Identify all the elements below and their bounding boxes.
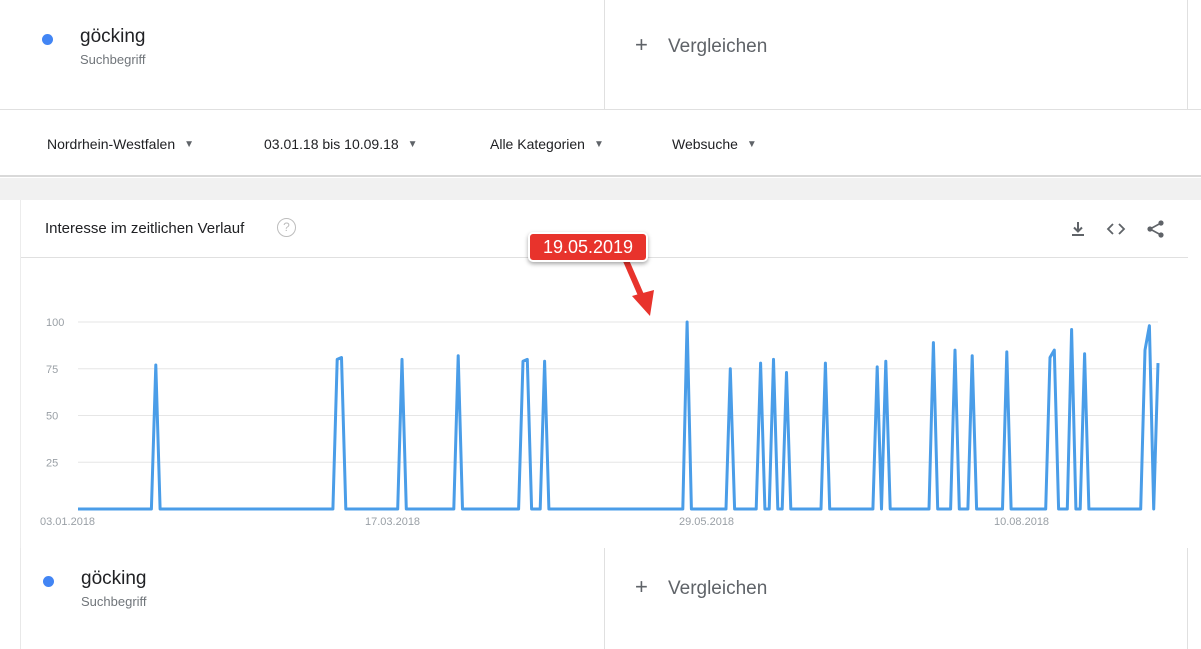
- callout-arrow-icon: [621, 254, 654, 316]
- category-label: Alle Kategorien: [490, 136, 585, 152]
- interest-chart[interactable]: 25 50 75 100 03.01.2018 17.03.2018 29.05.2018 1…: [20, 258, 1188, 548]
- date-range-dropdown[interactable]: 03.01.18 bis 10.09.18 ▼: [264, 136, 418, 152]
- plus-icon: +: [635, 32, 648, 57]
- plus-icon: +: [635, 574, 648, 599]
- search-term-type: Suchbegriff: [80, 52, 146, 67]
- term-bar-top: göcking Suchbegriff + Vergleichen: [0, 0, 1201, 110]
- x-tick-label: 29.05.2018: [679, 516, 734, 528]
- term-bar-bottom: göcking Suchbegriff + Vergleichen: [0, 548, 1201, 649]
- series-color-dot: [42, 34, 53, 45]
- y-tick-label: 75: [46, 364, 58, 376]
- category-dropdown[interactable]: Alle Kategorien ▼: [490, 136, 604, 152]
- search-term-type: Suchbegriff: [81, 594, 147, 609]
- search-term-name[interactable]: göcking: [81, 568, 147, 590]
- y-tick-label: 25: [46, 457, 58, 469]
- search-term-name[interactable]: göcking: [80, 26, 146, 48]
- y-tick-label: 100: [46, 317, 64, 329]
- search-type-label: Websuche: [672, 136, 738, 152]
- compare-label: Vergleichen: [668, 36, 768, 57]
- share-icon[interactable]: [1145, 218, 1167, 240]
- caret-down-icon: ▼: [746, 139, 757, 150]
- filter-bar: Nordrhein-Westfalen ▼ 03.01.18 bis 10.09.…: [0, 111, 1201, 177]
- x-tick-label: 17.03.2018: [365, 516, 420, 528]
- region-dropdown[interactable]: Nordrhein-Westfalen ▼: [47, 136, 194, 152]
- caret-down-icon: ▼: [593, 139, 604, 150]
- compare-button[interactable]: + Vergleichen: [606, 548, 1188, 649]
- date-range-label: 03.01.18 bis 10.09.18: [264, 136, 399, 152]
- help-icon[interactable]: ?: [277, 218, 296, 237]
- caret-down-icon: ▼: [407, 139, 418, 150]
- download-icon[interactable]: [1067, 218, 1089, 240]
- search-term-card[interactable]: göcking Suchbegriff: [20, 548, 605, 649]
- search-term-card[interactable]: göcking Suchbegriff: [20, 0, 605, 109]
- y-tick-label: 50: [46, 411, 58, 423]
- caret-down-icon: ▼: [184, 139, 195, 150]
- section-divider: [0, 178, 1201, 200]
- x-tick-label: 03.01.2018: [40, 516, 95, 528]
- embed-icon[interactable]: [1105, 218, 1127, 240]
- region-label: Nordrhein-Westfalen: [47, 136, 176, 152]
- series-color-dot: [43, 576, 54, 587]
- date-callout: 19.05.2019: [528, 232, 648, 262]
- chart-canvas: 25 50 75 100 03.01.2018 17.03.2018 29.05.2018 1…: [40, 317, 1160, 528]
- x-tick-label: 10.08.2018: [994, 516, 1049, 528]
- compare-label: Vergleichen: [668, 578, 768, 599]
- card-title: Interesse im zeitlichen Verlauf: [45, 220, 245, 237]
- search-type-dropdown[interactable]: Websuche ▼: [672, 136, 757, 152]
- compare-button[interactable]: + Vergleichen: [606, 0, 1188, 109]
